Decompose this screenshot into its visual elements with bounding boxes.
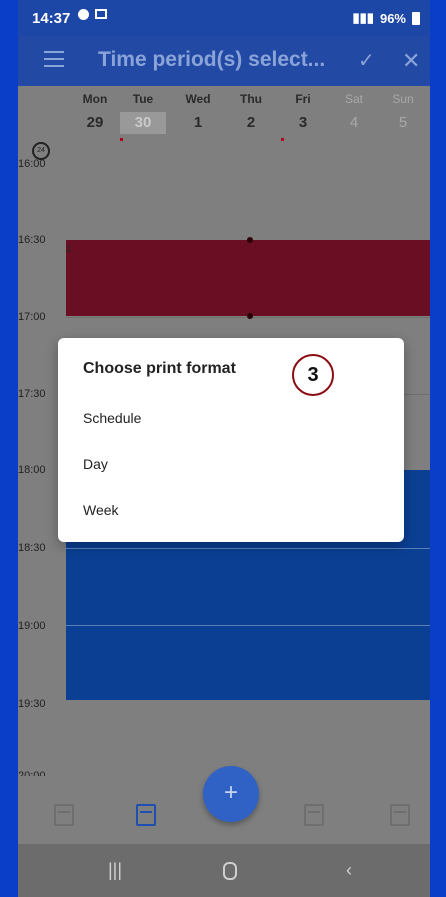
day-name: Fri: [295, 92, 311, 106]
time-label: 18:30: [18, 542, 46, 554]
event-indicator: [281, 138, 284, 141]
time-label: 16:00: [18, 158, 46, 170]
day-name: Sat: [344, 92, 363, 106]
app-bar: Time period(s) select... ✓ ✕: [18, 36, 430, 86]
day-date: 5: [398, 114, 408, 131]
event-marker: 1: [66, 244, 72, 255]
calendar-week-icon[interactable]: [136, 804, 156, 826]
battery-icon: [412, 11, 420, 25]
option-week[interactable]: Week: [83, 502, 119, 518]
day-mon[interactable]: Mon 29: [72, 92, 118, 134]
day-date: 1: [193, 114, 203, 131]
time-label: 19:30: [18, 698, 46, 710]
day-date: 2: [246, 114, 256, 131]
phone-screen: 14:37 ▮▮▮ 96% Time period(s) select... ✓…: [18, 0, 430, 897]
status-bar: 14:37 ▮▮▮ 96%: [18, 0, 430, 36]
check-icon[interactable]: ✓: [358, 48, 375, 73]
notification-icons: [78, 9, 107, 20]
day-name: Tue: [132, 92, 154, 106]
back-icon[interactable]: ‹: [346, 860, 352, 881]
dialog-title: Choose print format: [83, 360, 236, 377]
day-tue[interactable]: Tue 30: [120, 92, 166, 134]
event-indicator: [120, 138, 123, 141]
home-icon[interactable]: [223, 862, 237, 880]
day-wed[interactable]: Wed 1: [175, 92, 221, 134]
day-fri[interactable]: Fri 3: [280, 92, 326, 134]
day-date: 30: [120, 112, 166, 134]
app-title: Time period(s) select...: [98, 48, 326, 71]
resize-handle-bottom[interactable]: [247, 313, 253, 319]
step-badge: 3: [292, 354, 334, 396]
resize-handle-top[interactable]: [247, 237, 253, 243]
time-label: 19:00: [18, 620, 46, 632]
status-right: ▮▮▮ 96%: [352, 10, 420, 26]
event-block-red[interactable]: 1: [66, 237, 430, 319]
day-name: Thu: [240, 92, 262, 106]
day-name: Mon: [82, 92, 108, 106]
calendar-list-icon[interactable]: [54, 804, 74, 826]
option-day[interactable]: Day: [83, 456, 108, 472]
day-date: 4: [349, 114, 359, 131]
day-sat[interactable]: Sat 4: [331, 92, 377, 134]
time-label: 17:00: [18, 311, 46, 323]
battery-percent: 96%: [379, 10, 406, 26]
grid-line: [66, 625, 430, 626]
day-thu[interactable]: Thu 2: [228, 92, 274, 134]
option-schedule[interactable]: Schedule: [83, 410, 141, 426]
day-date: 3: [298, 114, 308, 131]
system-navigation-bar: ||| ‹: [18, 844, 430, 897]
day-sun[interactable]: Sun 5: [380, 92, 426, 134]
add-button[interactable]: +: [203, 766, 259, 822]
grid-line: [66, 548, 430, 549]
signal-icon: ▮▮▮: [352, 10, 374, 25]
calendar-grid-icon[interactable]: [390, 804, 410, 826]
notification-icon: [78, 9, 89, 20]
day-name: Wed: [185, 92, 211, 106]
print-format-dialog: Choose print format 3 Schedule Day Week: [58, 338, 404, 542]
menu-icon[interactable]: [44, 51, 64, 72]
day-name: Sun: [392, 92, 414, 106]
close-icon[interactable]: ✕: [402, 48, 420, 74]
calendar-month-icon[interactable]: [304, 804, 324, 826]
day-date: 29: [86, 114, 104, 131]
status-time: 14:37: [32, 10, 71, 27]
recent-apps-icon[interactable]: |||: [108, 860, 122, 881]
gallery-icon: [95, 9, 107, 19]
time-label: 16:30: [18, 234, 46, 246]
week-header: Mon 29 Tue 30 Wed 1 Thu 2 Fri 3 Sat 4 Su…: [18, 86, 430, 164]
